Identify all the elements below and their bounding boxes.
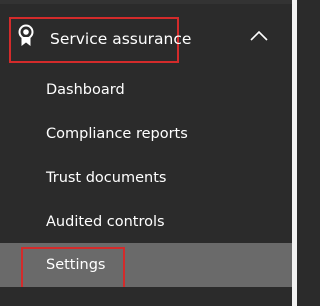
nav-item-label: Settings (46, 257, 106, 273)
nav-item-label: Audited controls (46, 214, 165, 230)
group-title: Service assurance (50, 30, 192, 48)
badge-icon (18, 24, 34, 46)
nav-item-settings[interactable]: Settings (0, 243, 292, 289)
service-assurance-group-header[interactable]: Service assurance (0, 8, 292, 72)
top-divider (0, 0, 297, 4)
nav-item-label: Dashboard (46, 82, 125, 98)
nav-item-dashboard[interactable]: Dashboard (0, 68, 292, 112)
panel-bottom (0, 287, 292, 306)
chevron-up-icon[interactable] (250, 30, 268, 42)
service-assurance-nav-panel: Service assurance Dashboard Compliance r… (0, 0, 297, 306)
nav-item-label: Trust documents (46, 170, 167, 186)
panel-right-edge (292, 0, 297, 306)
nav-item-trust-documents[interactable]: Trust documents (0, 156, 292, 200)
nav-item-label: Compliance reports (46, 126, 188, 142)
nav-item-audited-controls[interactable]: Audited controls (0, 200, 292, 244)
nav-item-compliance-reports[interactable]: Compliance reports (0, 112, 292, 156)
